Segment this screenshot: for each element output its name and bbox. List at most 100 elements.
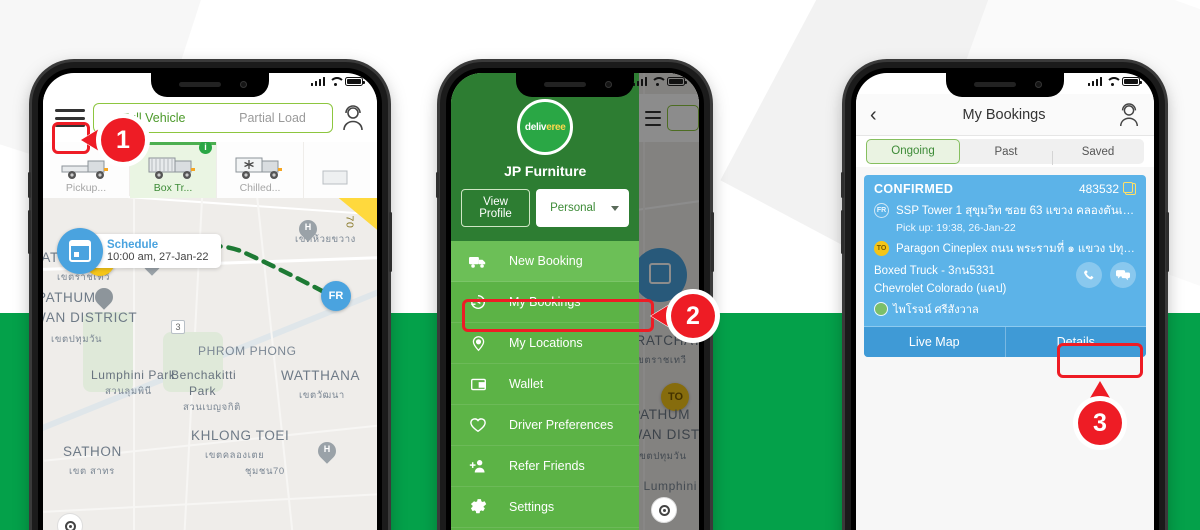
vehicle-plate: Boxed Truck - 3กน5331 [874, 265, 995, 277]
map-label: PHROM PHONG [198, 344, 297, 358]
sidebar-item-label: Refer Friends [509, 459, 585, 473]
annotation-number: 2 [686, 301, 700, 330]
annotation-number: 3 [1093, 408, 1107, 437]
sidebar-item-refer-friends[interactable]: Refer Friends [451, 446, 640, 487]
map-label: KHLONG TOEI [191, 428, 290, 443]
map-route-shield: 3 [171, 320, 185, 334]
map-label: เขตวัฒนา [299, 390, 345, 401]
sidebar-item-settings[interactable]: Settings [451, 487, 640, 528]
copy-icon[interactable] [1122, 182, 1136, 195]
phone-icon[interactable] [1076, 262, 1102, 288]
gear-icon [469, 498, 487, 516]
signal-icon [632, 77, 647, 86]
heart-icon [469, 416, 487, 434]
phone1-notch [151, 73, 269, 97]
annotation-marker-1: 1 [81, 113, 150, 167]
vehicle-option-chilled[interactable]: Chilled... [217, 142, 303, 198]
logo-text-b: eree [546, 121, 566, 133]
phone1-power [389, 212, 392, 272]
annotation-marker-2: 2 [651, 289, 720, 343]
booking-id: 483532 [1078, 182, 1119, 196]
menu-header: deliveree JP Furniture View Profile Pers… [451, 73, 640, 241]
sidebar-item-my-locations[interactable]: My Locations [451, 323, 640, 364]
sidebar-item-my-bookings[interactable]: My Bookings [451, 282, 640, 323]
map-pin-to[interactable]: FR [321, 281, 351, 311]
sidebar-item-label: New Booking [509, 254, 583, 268]
tab-ongoing[interactable]: Ongoing [866, 139, 960, 164]
logo-text-a: deliv [524, 121, 547, 133]
map-label: Park [189, 384, 217, 398]
phone3-volume-down [841, 210, 844, 254]
account-type-select[interactable]: Personal [536, 189, 630, 227]
wallet-icon [469, 375, 487, 393]
vehicle-label: Box Tr... [153, 182, 193, 194]
account-type-value: Personal [550, 202, 596, 214]
phone3-screen: ‹ My Bookings Ongoing Past Saved CONFIRM… [856, 73, 1154, 530]
phone2-volume-up [436, 172, 439, 198]
phone3-power [1166, 212, 1169, 272]
map-pin-marker [91, 284, 117, 312]
pickup-time: Pick up: 19:38, 26-Jan-22 [896, 222, 1016, 234]
vehicle-model: Chevrolet Colorado (แคป) [874, 283, 1007, 295]
map-label: เขตปทุมวัน [51, 334, 103, 345]
sidebar-item-label: Settings [509, 500, 555, 514]
calendar-icon [57, 228, 103, 274]
tab-saved[interactable]: Saved [1052, 146, 1144, 165]
wifi-icon [651, 77, 663, 87]
map-label: PATHUM [43, 290, 96, 305]
sidebar-item-driver-preferences[interactable]: Driver Preferences [451, 405, 640, 446]
chevron-down-icon [611, 205, 620, 211]
info-icon[interactable]: i [199, 141, 212, 154]
battery-icon [667, 77, 688, 86]
phone1-status-bar [310, 77, 366, 87]
pickup-address: SSP Tower 1 สุขุมวิท ซอย 63 แขวง คลองตัน… [896, 205, 1136, 217]
vehicle-label: Chilled... [239, 182, 281, 194]
map-label: Benchakitti [171, 368, 237, 382]
vehicle-driver-row: Boxed Truck - 3กน5331 Chevrolet Colorado… [864, 260, 1146, 326]
phone3-volume-up [841, 172, 844, 198]
schedule-value: 10:00 am, 27-Jan-22 [107, 251, 209, 263]
account-icon[interactable] [341, 105, 365, 131]
sidebar-item-new-booking[interactable]: New Booking [451, 241, 640, 282]
history-icon [469, 293, 487, 311]
screenshot-stage: 70 RATCHATHEWI เขตราชเทวี PATHUM WAN DIS… [0, 0, 1200, 530]
deliveree-logo-icon: deliveree [517, 99, 574, 155]
topbar-scrim [639, 94, 699, 142]
map-pin-h: H [314, 438, 340, 466]
map-label: WAN DISTRICT [43, 310, 138, 325]
map-label: สวนเบญจกิติ [183, 402, 241, 413]
tab-past[interactable]: Past [960, 146, 1052, 158]
chat-icon[interactable] [1110, 262, 1136, 288]
annotation-marker-3: 3 [1073, 381, 1127, 450]
from-badge: FR [874, 203, 889, 218]
map-view[interactable]: 70 RATCHATHEWI เขตราชเทวี PATHUM WAN DIS… [43, 141, 377, 530]
tab-partial-load[interactable]: Partial Load [213, 111, 332, 125]
truck-icon [469, 252, 487, 270]
sidebar-item-wallet[interactable]: Wallet [451, 364, 640, 405]
status-badge: CONFIRMED [874, 182, 954, 196]
phone2-notch [516, 73, 634, 97]
phone3-notch [946, 73, 1064, 97]
vehicle-label: Pickup... [65, 182, 107, 194]
schedule-widget[interactable]: Schedule 10:00 am, 27-Jan-22 [57, 228, 221, 274]
battery-icon [1122, 77, 1143, 86]
map-label: ชุมชน70 [245, 466, 285, 477]
menu-header-buttons: View Profile Personal [451, 189, 639, 227]
pickup-address-row: FR SSP Tower 1 สุขุมวิท ซอย 63 แขวง คลอง… [864, 200, 1146, 222]
booking-card-header: CONFIRMED 483532 [864, 175, 1146, 200]
bookings-tabs: Ongoing Past Saved [856, 136, 1154, 167]
hamburger-icon[interactable] [55, 106, 85, 130]
bookings-navbar: ‹ My Bookings [856, 94, 1154, 136]
add-person-icon [469, 457, 487, 475]
account-icon[interactable] [1118, 102, 1140, 127]
details-button[interactable]: Details [1005, 327, 1146, 357]
view-profile-button[interactable]: View Profile [461, 189, 531, 227]
booking-card[interactable]: CONFIRMED 483532 FR SSP Tower 1 สุขุมวิท… [864, 175, 1146, 357]
chevron-left-icon[interactable]: ‹ [870, 105, 890, 125]
live-map-button[interactable]: Live Map [864, 327, 1006, 357]
map-label: WATTHANA [281, 368, 361, 383]
map-label: Lumphini Park [91, 368, 176, 382]
vehicle-option-more[interactable] [304, 142, 377, 198]
chilled-truck-icon [232, 155, 288, 181]
phone1-volume-down [28, 210, 31, 254]
